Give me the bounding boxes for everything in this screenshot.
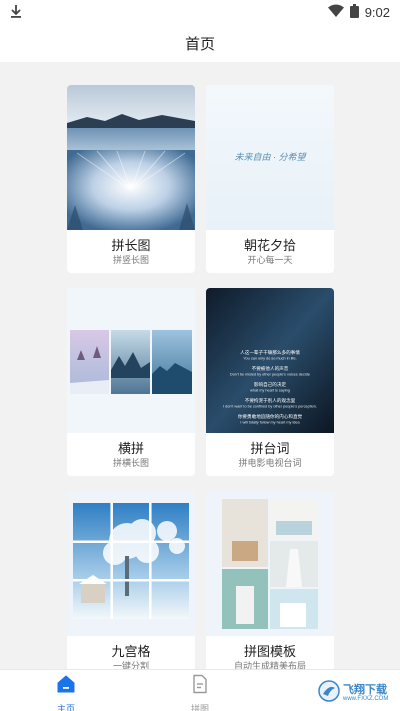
tab-home-label: 主页 bbox=[56, 704, 75, 711]
subtitle-line-cn: 你要勇敢地追随你的内心和直觉 bbox=[238, 413, 303, 420]
top-app-bar: 首页 bbox=[0, 24, 400, 62]
battery-icon bbox=[349, 3, 359, 21]
home-icon bbox=[56, 674, 76, 699]
subtitle-line-cn: 不要被他人的声音 bbox=[252, 365, 289, 372]
memories-thumbnail: 未来自由 · 分希望 bbox=[206, 85, 334, 230]
subtitle-line-cn: 影响自己的决定 bbox=[254, 381, 287, 388]
subtitle-line-en: I will totally follow my heart my idea bbox=[240, 421, 300, 425]
card-subtitle: 拼竖长图 bbox=[112, 255, 149, 265]
thumb-caption: 未来自由 · 分希望 bbox=[235, 152, 308, 162]
watermark-text: 飞翔下载 bbox=[343, 684, 387, 696]
download-icon bbox=[10, 4, 22, 21]
status-bar: 9:02 bbox=[0, 0, 400, 24]
card-subtitle: 拼电影电视台词 bbox=[238, 458, 302, 468]
card-subtitle-stitch[interactable]: 人这一辈子干嘛那么多的事情 You can only do so much in … bbox=[206, 288, 334, 476]
card-title: 拼图模板 bbox=[243, 644, 296, 659]
long-image-thumbnail bbox=[67, 85, 195, 230]
collage-template-thumbnail bbox=[206, 491, 334, 636]
horizontal-stitch-thumbnail bbox=[67, 288, 195, 433]
subtitle-line-en: You can only do so much in life. bbox=[243, 357, 296, 361]
tab-home[interactable]: 主页 bbox=[36, 674, 96, 711]
subtitle-stitch-thumbnail: 人这一辈子干嘛那么多的事情You can only do so much in … bbox=[206, 288, 334, 433]
wifi-icon bbox=[327, 4, 344, 20]
card-title: 拼台词 bbox=[250, 441, 290, 456]
subtitle-line-en: what my heart is saying bbox=[250, 389, 290, 393]
logo-icon bbox=[318, 679, 340, 707]
card-title: 朝花夕拾 bbox=[243, 238, 296, 253]
card-subtitle: 开心每一天 bbox=[247, 255, 293, 265]
card-title: 拼长图 bbox=[111, 238, 151, 253]
watermark-url: www.FXXZ.COM bbox=[343, 696, 389, 702]
card-title: 横拼 bbox=[117, 441, 144, 456]
watermark-logo: 飞翔下载 www.FXXZ.COM bbox=[318, 679, 398, 707]
card-long-image[interactable]: 拼长图 拼竖长图 bbox=[67, 85, 195, 273]
card-title: 九宫格 bbox=[111, 644, 151, 659]
document-icon bbox=[190, 674, 210, 699]
card-nine-grid[interactable]: 九宫格 一键分割 bbox=[67, 491, 195, 679]
tab-collage[interactable]: 拼图 bbox=[170, 674, 230, 711]
subtitle-line-en: Don't be misled by other people's voices… bbox=[230, 373, 310, 377]
card-horizontal-stitch[interactable]: 横拼 拼横长图 bbox=[67, 288, 195, 476]
card-memories[interactable]: 未来自由 · 分希望 朝花夕拾 开心每一天 bbox=[206, 85, 334, 273]
card-subtitle: 拼横长图 bbox=[112, 458, 149, 468]
subtitle-line-en: I don't want to be confined by other peo… bbox=[223, 405, 317, 409]
subtitle-line-cn: 人这一辈子干嘛那么多的事情 bbox=[240, 349, 300, 356]
status-time: 9:02 bbox=[364, 4, 390, 20]
page-title: 首页 bbox=[184, 35, 215, 53]
nine-grid-thumbnail bbox=[67, 491, 195, 636]
subtitle-line-cn: 不要拘泥于别人的观念里 bbox=[245, 397, 296, 404]
card-collage-template[interactable]: 拼图模板 自动生成精美布局 bbox=[206, 491, 334, 679]
tab-collage-label: 拼图 bbox=[190, 704, 209, 711]
